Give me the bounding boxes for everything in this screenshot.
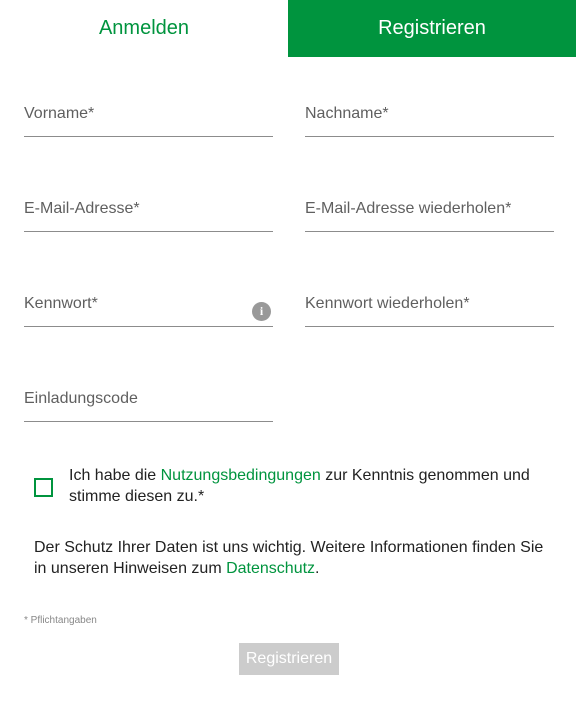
password-input[interactable] <box>24 286 273 326</box>
info-icon[interactable]: i <box>252 302 271 321</box>
first-name-input[interactable] <box>24 96 273 136</box>
last-name-input[interactable] <box>305 96 554 136</box>
tab-login[interactable]: Anmelden <box>0 0 288 57</box>
email-repeat-input[interactable] <box>305 191 554 231</box>
terms-consent-text: Ich habe die Nutzungsbedingungen zur Ken… <box>69 465 564 507</box>
email-input[interactable] <box>24 191 273 231</box>
tab-register[interactable]: Registrieren <box>288 0 576 57</box>
terms-text-before: Ich habe die <box>69 467 161 484</box>
invitation-code-input[interactable] <box>24 381 273 421</box>
privacy-notice: Der Schutz Ihrer Daten ist uns wichtig. … <box>34 537 554 579</box>
last-name-field <box>305 96 554 137</box>
terms-link[interactable]: Nutzungsbedingungen <box>161 467 321 484</box>
password-repeat-input[interactable] <box>305 286 554 326</box>
first-name-field <box>24 96 273 137</box>
email-repeat-field <box>305 191 554 232</box>
password-repeat-field <box>305 286 554 327</box>
terms-consent: Ich habe die Nutzungsbedingungen zur Ken… <box>34 465 564 507</box>
register-submit-button[interactable]: Registrieren <box>239 643 339 675</box>
terms-checkbox[interactable] <box>34 478 53 497</box>
required-fields-note: * Pflichtangaben <box>24 615 97 626</box>
privacy-link[interactable]: Datenschutz <box>226 560 315 577</box>
privacy-text-after: . <box>315 560 320 577</box>
email-field <box>24 191 273 232</box>
invitation-code-field <box>24 381 273 422</box>
password-field: i <box>24 286 273 327</box>
auth-tabs: Anmelden Registrieren <box>0 0 576 57</box>
